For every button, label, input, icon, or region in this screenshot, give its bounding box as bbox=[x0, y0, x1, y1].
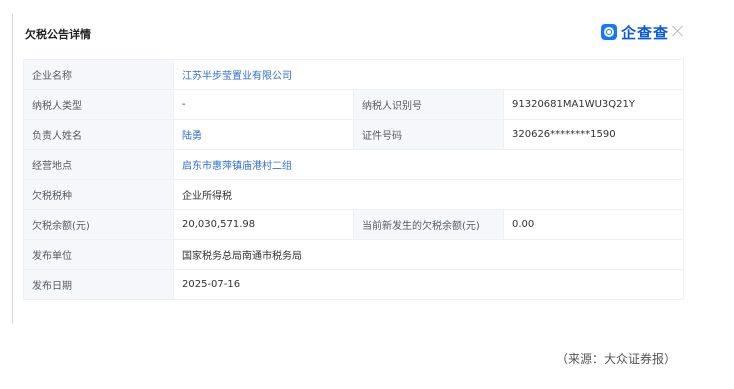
table-row: 发布单位 国家税务总局南通市税务局 bbox=[23, 239, 685, 270]
business-address-label: 经营地点 bbox=[23, 149, 174, 180]
table-row: 发布日期 2025-07-16 bbox=[23, 269, 685, 300]
brand-name: 企查查 bbox=[621, 23, 670, 42]
taxpayer-type-value: - bbox=[173, 89, 354, 120]
responsible-person-link[interactable]: 陆勇 bbox=[173, 119, 354, 150]
card-title: 欠税公告详情 bbox=[25, 28, 91, 41]
responsible-person-label: 负责人姓名 bbox=[23, 119, 174, 150]
table-row: 负责人姓名 陆勇 证件号码 320626********1590 bbox=[23, 119, 685, 150]
publish-date-label: 发布日期 bbox=[23, 269, 174, 300]
id-number-value: 320626********1590 bbox=[502, 119, 685, 150]
tax-type-value: 企业所得税 bbox=[172, 179, 685, 210]
table-row: 企业名称 江苏半步莹置业有限公司 bbox=[23, 59, 685, 90]
taxpayer-type-label: 纳税人类型 bbox=[23, 89, 174, 120]
publish-date-value: 2025-07-16 bbox=[172, 269, 685, 300]
tax-notice-card: 欠税公告详情 企查查 企业名称 江苏半步莹置业有限公司 纳税人类型 - 纳税人识… bbox=[12, 14, 694, 324]
taxpayer-id-label: 纳税人识别号 bbox=[353, 89, 504, 120]
qichacha-logo-icon bbox=[601, 24, 617, 40]
table-row: 欠税余额(元) 20,030,571.98 当前新发生的欠税余额(元) 0.00 bbox=[23, 209, 685, 240]
table-row: 经营地点 启东市惠萍镇庙港村二组 bbox=[23, 149, 685, 180]
tax-balance-value: 20,030,571.98 bbox=[173, 209, 354, 240]
business-address-link[interactable]: 启东市惠萍镇庙港村二组 bbox=[172, 149, 685, 180]
publisher-label: 发布单位 bbox=[23, 239, 174, 270]
close-icon[interactable] bbox=[671, 24, 685, 38]
tax-balance-label: 欠税余额(元) bbox=[23, 209, 174, 240]
new-tax-balance-value: 0.00 bbox=[502, 209, 685, 240]
source-caption: （来源：大众证券报） bbox=[556, 352, 677, 366]
taxpayer-id-value: 91320681MA1WU3Q21Y bbox=[502, 89, 685, 120]
tax-info-table: 企业名称 江苏半步莹置业有限公司 纳税人类型 - 纳税人识别号 91320681… bbox=[23, 59, 685, 300]
company-name-link[interactable]: 江苏半步莹置业有限公司 bbox=[172, 59, 685, 90]
brand-watermark: 企查查 bbox=[601, 22, 669, 42]
table-row: 纳税人类型 - 纳税人识别号 91320681MA1WU3Q21Y bbox=[23, 89, 685, 120]
tax-type-label: 欠税税种 bbox=[23, 179, 174, 210]
publisher-value: 国家税务总局南通市税务局 bbox=[172, 239, 685, 270]
card-header: 欠税公告详情 企查查 bbox=[13, 14, 695, 52]
id-number-label: 证件号码 bbox=[353, 119, 504, 150]
company-name-label: 企业名称 bbox=[23, 59, 174, 90]
table-row: 欠税税种 企业所得税 bbox=[23, 179, 685, 210]
new-tax-balance-label: 当前新发生的欠税余额(元) bbox=[353, 209, 504, 240]
